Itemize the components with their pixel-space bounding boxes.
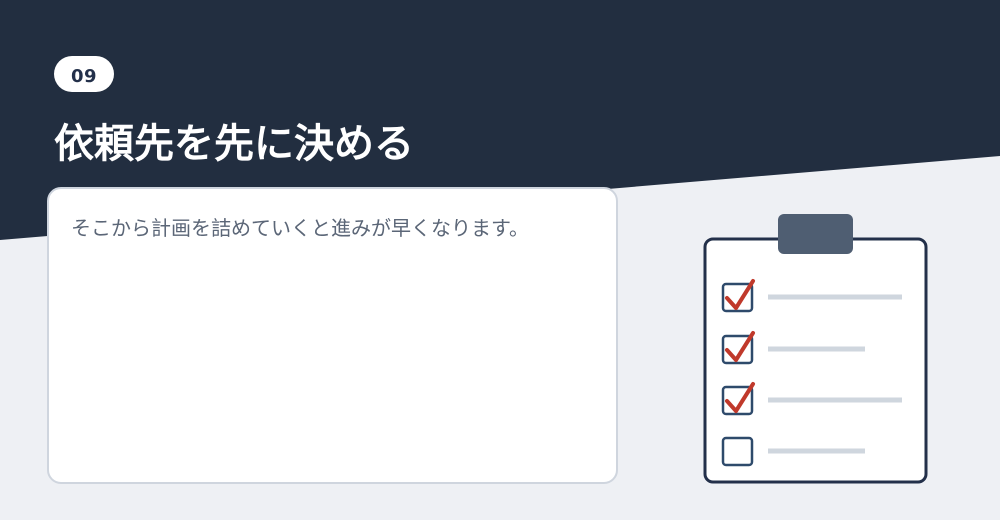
step-number-badge: 09 xyxy=(54,56,114,92)
text-card: そこから計画を詰めていくと進みが早くなります。 xyxy=(47,187,618,484)
card-text: そこから計画を詰めていくと進みが早くなります。 xyxy=(71,216,529,240)
clipboard-checklist-icon xyxy=(703,214,928,484)
page-title: 依頼先を先に決める xyxy=(54,121,414,167)
clipboard-clip xyxy=(778,214,853,254)
checkbox-icon xyxy=(721,436,754,467)
